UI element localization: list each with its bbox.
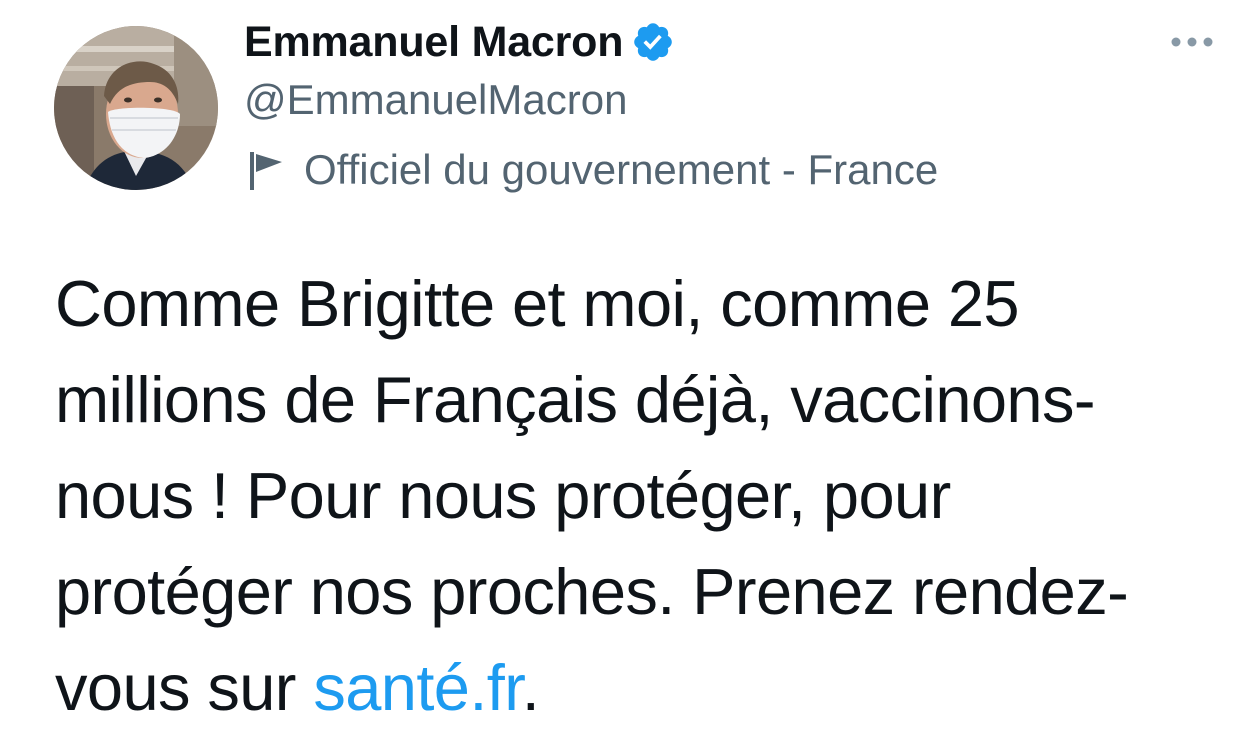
avatar-photo bbox=[54, 26, 218, 190]
tweet-text-fragment: . bbox=[521, 651, 540, 724]
tweet-text-line: protéger nos proches. Prenez rendez- bbox=[55, 555, 1129, 628]
tweet: Emmanuel Macron @EmmanuelMacron Officiel… bbox=[0, 0, 1248, 752]
tweet-text-line: millions de Français déjà, vaccinons- bbox=[55, 363, 1096, 436]
flag-icon bbox=[246, 148, 286, 192]
verified-badge-icon bbox=[631, 20, 675, 64]
account-label-row: Officiel du gouvernement - France bbox=[246, 142, 938, 198]
tweet-text-line: Comme Brigitte et moi, comme 25 bbox=[55, 267, 1020, 340]
more-options-icon[interactable] bbox=[1164, 22, 1220, 62]
author-avatar[interactable] bbox=[54, 26, 218, 190]
government-account-label: Officiel du gouvernement - France bbox=[304, 146, 939, 193]
tweet-text: Comme Brigitte et moi, comme 25 millions… bbox=[55, 256, 1225, 736]
author-name-row: Emmanuel Macron bbox=[244, 14, 675, 70]
tweet-text-line: nous ! Pour nous protéger, pour bbox=[55, 459, 951, 532]
sante-fr-link[interactable]: santé.fr bbox=[313, 651, 522, 724]
tweet-text-last-line: vous sur santé.fr. bbox=[55, 640, 1225, 736]
author-handle[interactable]: @EmmanuelMacron bbox=[244, 76, 627, 124]
tweet-text-fragment: vous sur bbox=[55, 651, 314, 724]
author-display-name[interactable]: Emmanuel Macron bbox=[244, 18, 624, 67]
